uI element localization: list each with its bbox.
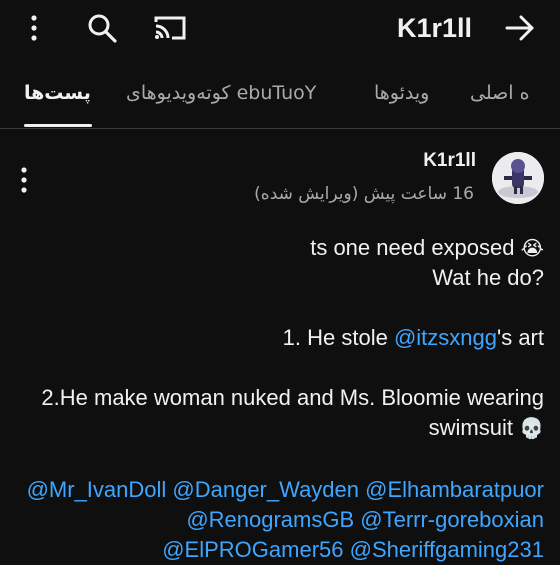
mentions-line-2[interactable]: @RenogramsGB @Terrr-goreboxian: [16, 505, 544, 535]
post-item-1: 1. He stole @itzsxngg's art: [16, 323, 544, 353]
post-line-1: ts one need exposed 😭: [16, 233, 544, 263]
mentions-line-3[interactable]: @ElPROGamer56 @Sheriffgaming231: [16, 535, 544, 565]
top-app-bar: K1r1ll: [0, 0, 560, 56]
post-item-2-line-2-text: swimsuit: [428, 415, 513, 440]
channel-title: K1r1ll: [396, 13, 472, 43]
search-icon[interactable]: [82, 8, 122, 48]
tab-videos[interactable]: ویدئوها: [374, 82, 429, 104]
avatar[interactable]: [492, 152, 544, 204]
cast-icon[interactable]: [150, 8, 190, 48]
post-line-1-text: ts one need exposed: [310, 235, 515, 260]
post-item-2-line-1: 2.He make woman nuked and Ms. Bloomie we…: [41, 385, 544, 410]
tab-shorts-label: YouTube کوته‌ویدیوهای: [126, 82, 317, 104]
post-item-1-prefix: 1. He stole: [282, 325, 394, 350]
crying-emoji-icon: 😭: [520, 236, 544, 260]
mentions-line-1[interactable]: @Mr_IvanDoll @Danger_Wayden @Elhambaratp…: [16, 475, 544, 505]
arrow-right-icon[interactable]: [500, 8, 540, 48]
tab-shorts[interactable]: YouTube کوته‌ویدیوهای: [126, 82, 316, 104]
more-vert-icon[interactable]: [14, 8, 54, 48]
post-item-1-suffix: 's art: [497, 325, 544, 350]
tab-posts[interactable]: پست‌ها: [24, 82, 91, 104]
channel-tabs: پست‌ها YouTube کوته‌ویدیوهای ویدئوها ه ا…: [0, 68, 560, 128]
post-timestamp: 16 ساعت پیش (ویرایش شده): [254, 184, 474, 204]
post-line-2: Wat he do?: [432, 265, 544, 290]
post-author[interactable]: K1r1ll: [423, 150, 476, 172]
tabs-divider: [0, 128, 560, 129]
mention-link[interactable]: @itzsxngg: [394, 325, 497, 350]
active-tab-indicator: [24, 124, 92, 127]
post-more-icon[interactable]: [10, 160, 38, 200]
post-item-2-line-2: swimsuit 💀: [16, 413, 544, 443]
tab-home[interactable]: ه اصلی: [470, 82, 530, 104]
skull-emoji-icon: 💀: [519, 416, 544, 440]
